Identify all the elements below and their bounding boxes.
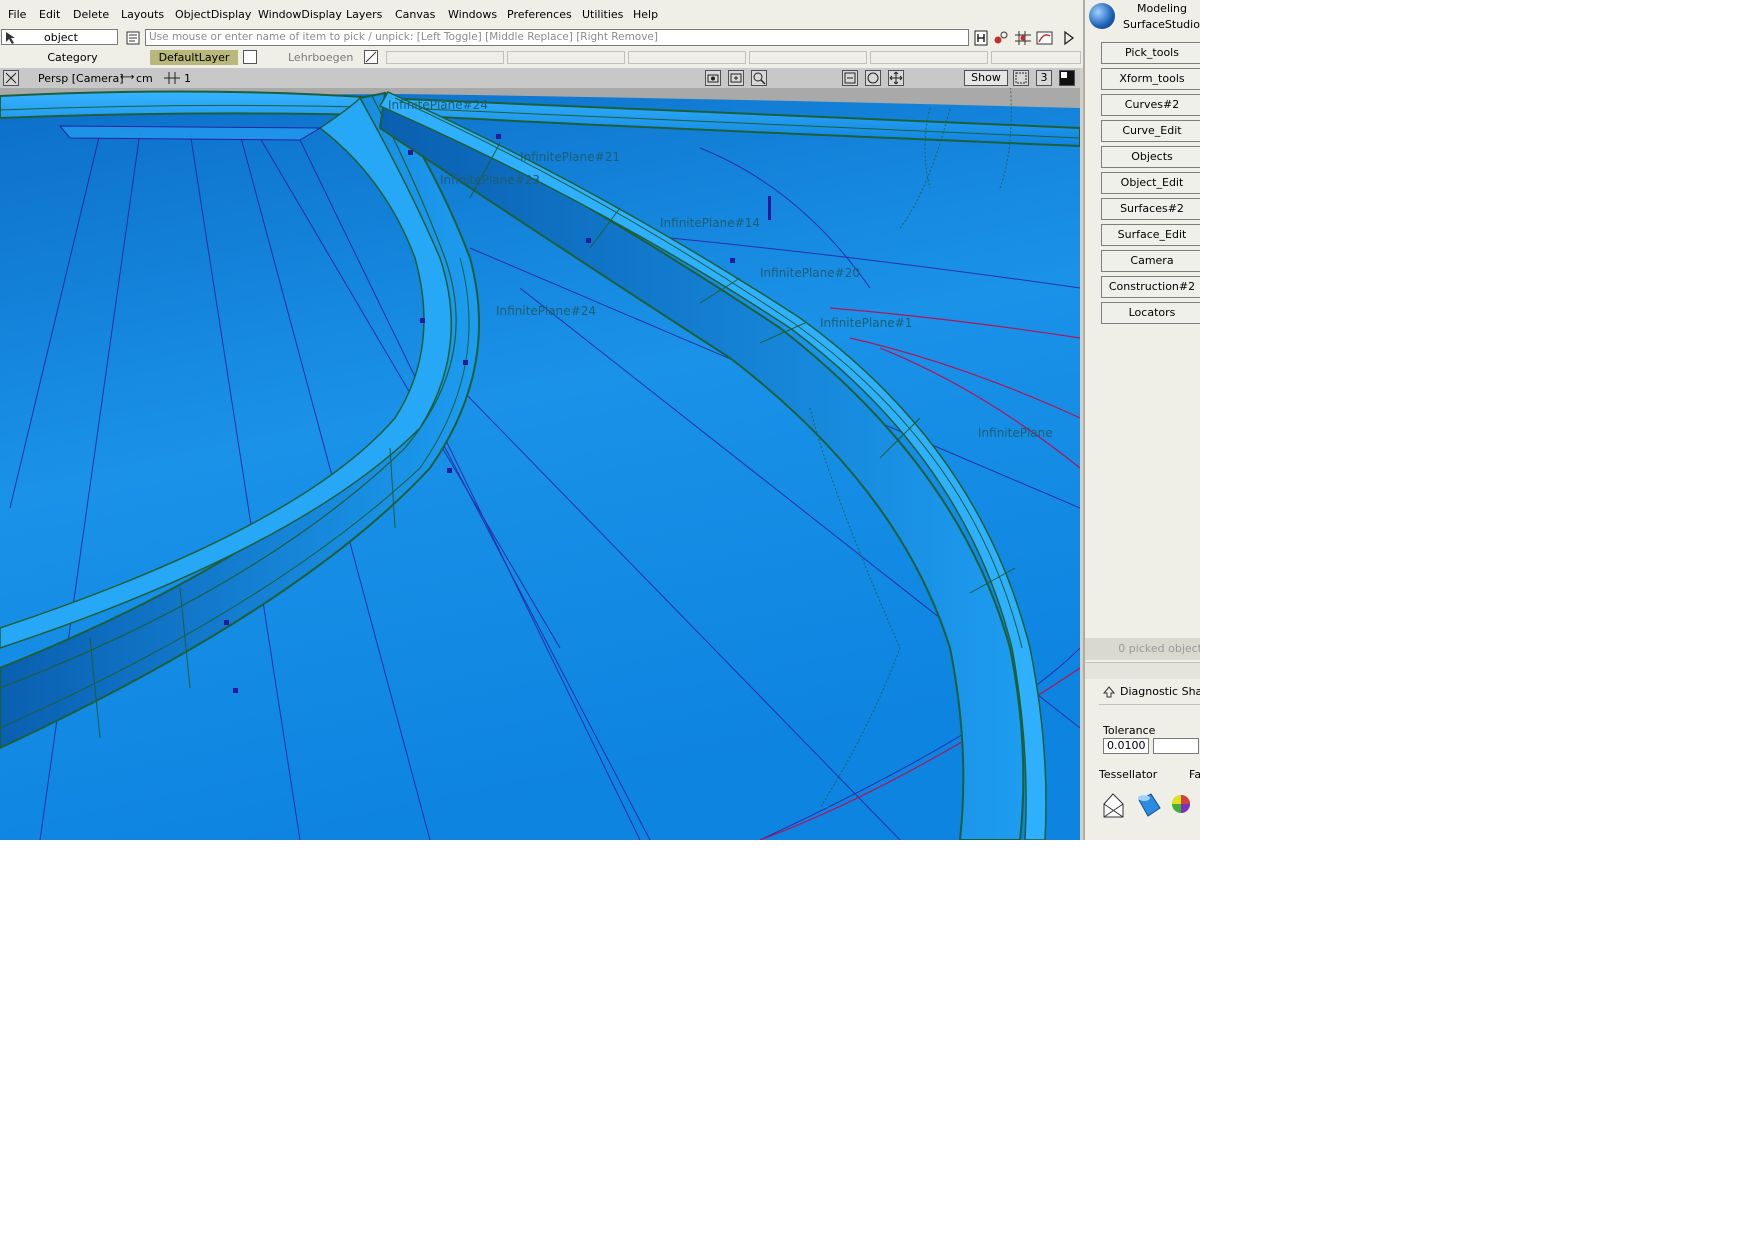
menu-help[interactable]: Help	[633, 8, 658, 21]
units-arrow-icon: ⟷	[120, 72, 135, 83]
model-render[interactable]	[0, 88, 1080, 840]
shelf-button-objects[interactable]: Objects	[1101, 146, 1200, 168]
shelf-button-curve-edit[interactable]: Curve_Edit	[1101, 120, 1200, 142]
tolerance-label: Tolerance	[1103, 724, 1156, 737]
diagonal-icon	[365, 51, 377, 63]
plane-label[interactable]: InfinitePlane#14	[660, 216, 760, 230]
camera-tumble-icon[interactable]	[705, 70, 721, 86]
menu-bar: File Edit Delete Layouts ObjectDisplay W…	[0, 0, 1085, 31]
application-window: File Edit Delete Layouts ObjectDisplay W…	[0, 0, 1200, 840]
layer-visibility-toggle[interactable]	[243, 50, 257, 64]
plane-label[interactable]: InfinitePlane#1	[820, 316, 912, 330]
perspective-viewport[interactable]: InfinitePlane#24 InfinitePlane#21 Infini…	[0, 88, 1080, 840]
empty-layer-slot[interactable]	[507, 51, 625, 64]
snap-points-icon[interactable]	[992, 30, 1010, 46]
tolerance-input[interactable]: 0.0100	[1103, 738, 1149, 754]
quality-number[interactable]: 3	[1036, 70, 1052, 86]
shelf-header: Modeling SurfaceStudio Sh	[1085, 0, 1200, 36]
menu-layouts[interactable]: Layouts	[121, 8, 164, 21]
shelf-button-pick-tools[interactable]: Pick_tools	[1101, 42, 1200, 64]
mode-title[interactable]: Modeling	[1122, 2, 1200, 15]
tolerance-secondary-input[interactable]	[1153, 738, 1199, 754]
layer-lehrboegen-toggle[interactable]	[364, 50, 378, 64]
shelf-button-locators[interactable]: Locators	[1101, 302, 1200, 324]
grid-snap-icon[interactable]	[163, 71, 181, 85]
pick-mode-label: object	[44, 31, 78, 44]
menu-objectdisplay[interactable]: ObjectDisplay	[175, 8, 251, 21]
shelf-button-construction[interactable]: Construction#2	[1101, 276, 1200, 298]
category-label[interactable]: Category	[0, 49, 145, 67]
wireframe-shading-icon[interactable]	[1099, 790, 1127, 820]
viewport-title-bar: Persp [Camera] ⟷ cm 1 Show 3	[0, 68, 1080, 89]
view-move-icon[interactable]	[888, 70, 904, 86]
plane-label[interactable]: InfinitePlane#24	[496, 304, 596, 318]
plane-label[interactable]: InfinitePlane#24	[388, 98, 488, 112]
shelf-button-surfaces[interactable]: Surfaces#2	[1101, 198, 1200, 220]
menu-canvas[interactable]: Canvas	[395, 8, 435, 21]
menu-preferences[interactable]: Preferences	[507, 8, 572, 21]
shelf-title: SurfaceStudio Sh	[1123, 18, 1200, 31]
prompt-history-icon[interactable]	[126, 31, 140, 45]
shaded-shading-icon[interactable]	[1135, 790, 1163, 820]
menu-utilities[interactable]: Utilities	[582, 8, 623, 21]
snap-grid-icon[interactable]	[1014, 30, 1032, 46]
picked-objects-status: 0 picked object	[1085, 638, 1200, 660]
snap-curve-icon[interactable]	[1036, 30, 1054, 46]
shelf-button-xform-tools[interactable]: Xform_tools	[1101, 68, 1200, 90]
diagnostic-shading-title: Diagnostic Shadi	[1120, 685, 1200, 698]
viewport-title[interactable]: Persp [Camera]	[38, 72, 124, 85]
shelf-button-object-edit[interactable]: Object_Edit	[1101, 172, 1200, 194]
camera-zoom-icon[interactable]	[751, 70, 767, 86]
history-h-icon[interactable]	[973, 30, 989, 46]
plane-label[interactable]: InfinitePlane#21	[520, 150, 620, 164]
shelf-button-surface-edit[interactable]: Surface_Edit	[1101, 224, 1200, 246]
layer-bar: Category DefaultLayer Lehrboegen	[0, 48, 1085, 68]
empty-layer-slot[interactable]	[749, 51, 867, 64]
pick-arrow-icon	[6, 32, 15, 44]
multicolor-shading-icon[interactable]	[1169, 790, 1197, 820]
menu-delete[interactable]: Delete	[73, 8, 109, 21]
tessellator-label: Tessellator	[1099, 768, 1158, 781]
plane-label[interactable]: InfinitePlane	[978, 426, 1053, 440]
default-layer-button[interactable]: DefaultLayer	[150, 50, 238, 65]
collapse-arrow-icon[interactable]	[1103, 686, 1115, 698]
control-panel: Diagnostic Shadi Tolerance 0.0100 Tessel…	[1085, 680, 1200, 840]
pick-prompt-input[interactable]: Use mouse or enter name of item to pick …	[145, 29, 969, 46]
viewport-close-icon[interactable]	[3, 70, 19, 86]
grid-value[interactable]: 1	[184, 72, 191, 85]
shelf-button-camera[interactable]: Camera	[1101, 250, 1200, 272]
empty-layer-slot[interactable]	[628, 51, 746, 64]
maximize-window-icon[interactable]	[1059, 70, 1075, 86]
camera-track-icon[interactable]	[728, 70, 744, 86]
diagnostic-shading-header[interactable]: Diagnostic Shadi	[1099, 680, 1200, 705]
empty-layer-slot[interactable]	[870, 51, 988, 64]
pick-toolbar: object Use mouse or enter name of item t…	[0, 28, 1085, 48]
shelf-button-curves[interactable]: Curves#2	[1101, 94, 1200, 116]
plane-label[interactable]: InfinitePlane#20	[760, 266, 860, 280]
layer-lehrboegen-button[interactable]: Lehrboegen	[288, 51, 353, 64]
plane-label[interactable]: InfinitePlane#23	[440, 173, 540, 187]
menu-edit[interactable]: Edit	[39, 8, 60, 21]
viewport-unit[interactable]: cm	[136, 72, 153, 85]
pick-mode-selector[interactable]: object	[1, 29, 118, 45]
hull-display-icon[interactable]	[1013, 70, 1029, 86]
view-fit-icon[interactable]	[842, 70, 858, 86]
show-button[interactable]: Show	[964, 70, 1008, 86]
tool-shelf-panel: Modeling SurfaceStudio Sh Pick_tools Xfo…	[1083, 0, 1200, 840]
tessellator-value[interactable]: Fa	[1189, 768, 1200, 781]
empty-layer-slot[interactable]	[386, 51, 504, 64]
menu-windowdisplay[interactable]: WindowDisplay	[258, 8, 342, 21]
view-look-icon[interactable]	[865, 70, 881, 86]
menu-windows[interactable]: Windows	[448, 8, 497, 21]
empty-layer-slot[interactable]	[991, 51, 1081, 64]
play-icon[interactable]	[1062, 30, 1076, 46]
menu-layers[interactable]: Layers	[346, 8, 382, 21]
panel-divider	[1085, 662, 1200, 679]
globe-logo-icon[interactable]	[1089, 3, 1115, 29]
menu-file[interactable]: File	[8, 8, 26, 21]
